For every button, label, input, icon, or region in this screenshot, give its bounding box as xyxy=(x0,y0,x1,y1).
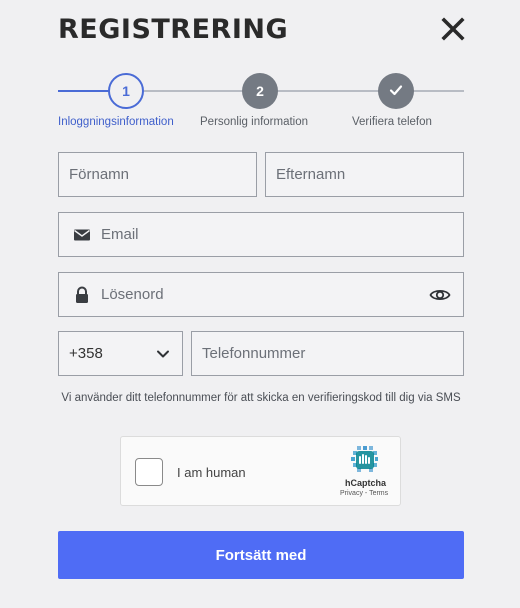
password-input[interactable] xyxy=(101,286,429,303)
envelope-icon xyxy=(73,226,91,244)
show-password-eye-icon[interactable] xyxy=(429,284,451,306)
hcaptcha-links: Privacy - Terms xyxy=(340,490,388,497)
close-button[interactable] xyxy=(440,16,466,42)
first-name-input[interactable] xyxy=(69,166,256,183)
captcha-checkbox[interactable] xyxy=(135,458,163,486)
progress-stepper: 1 2 Inloggningsinformation Personlig inf… xyxy=(58,70,464,132)
step-2-indicator: 2 xyxy=(242,73,278,109)
step-1-indicator: 1 xyxy=(108,73,144,109)
step-3-label: Verifiera telefon xyxy=(352,116,432,128)
hcaptcha-widget: I am human hCaptcha Privacy - Terms xyxy=(120,436,401,506)
continue-button[interactable]: Fortsätt med xyxy=(58,531,464,579)
registration-modal: REGISTRERING 1 2 Inloggningsinformation … xyxy=(0,0,520,608)
last-name-field[interactable] xyxy=(265,152,464,197)
country-code-select[interactable]: +358 xyxy=(58,331,183,376)
password-field[interactable] xyxy=(58,272,464,317)
check-icon xyxy=(389,83,403,100)
stepper-line-remaining xyxy=(144,90,464,92)
country-code-value: +358 xyxy=(69,345,103,362)
first-name-field[interactable] xyxy=(58,152,257,197)
close-icon xyxy=(440,16,466,42)
hcaptcha-brand: hCaptcha xyxy=(345,478,387,488)
page-title: REGISTRERING xyxy=(58,14,289,45)
email-input[interactable] xyxy=(101,226,463,243)
hcaptcha-logo-icon xyxy=(349,446,379,474)
last-name-input[interactable] xyxy=(276,166,463,183)
step-1-label: Inloggningsinformation xyxy=(58,116,174,128)
step-3-indicator xyxy=(378,73,414,109)
chevron-down-icon xyxy=(156,347,170,361)
email-field[interactable] xyxy=(58,212,464,257)
stepper-line-completed xyxy=(58,90,112,92)
phone-field[interactable] xyxy=(191,331,464,376)
step-2-label: Personlig information xyxy=(200,116,309,128)
lock-icon xyxy=(73,286,91,304)
terms-link[interactable]: Terms xyxy=(369,490,388,497)
sms-note: Vi använder ditt telefonnummer för att s… xyxy=(61,392,461,404)
phone-input[interactable] xyxy=(202,345,463,362)
privacy-link[interactable]: Privacy xyxy=(340,490,363,497)
captcha-label: I am human xyxy=(177,465,246,480)
